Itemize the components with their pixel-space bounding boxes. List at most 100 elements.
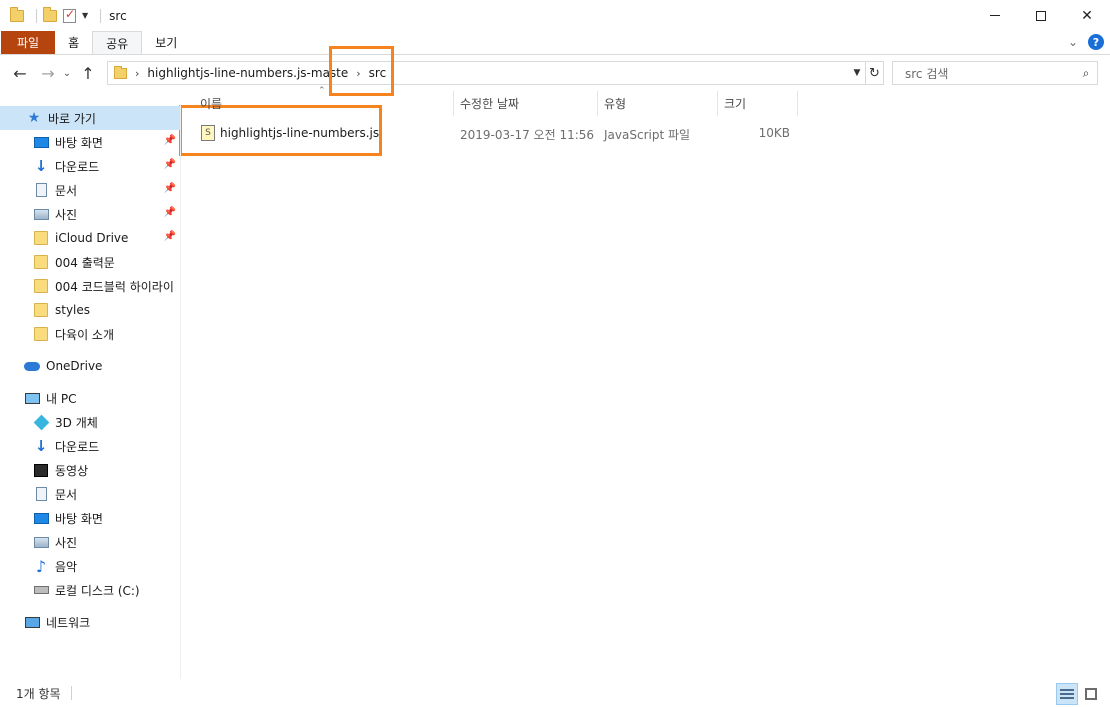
music-icon: ♪ bbox=[35, 556, 47, 576]
quick-access-toolbar: ▼ src bbox=[0, 0, 127, 31]
folder-icon bbox=[33, 302, 49, 318]
address-bar-end: ▼ ↻ bbox=[849, 62, 883, 84]
folder-icon bbox=[114, 65, 127, 79]
details-view-icon bbox=[1060, 689, 1074, 699]
sidebar-item-label: 문서 bbox=[55, 487, 78, 502]
sidebar-item-pc-downloads[interactable]: ↓ 다운로드 bbox=[0, 434, 180, 458]
folder-icon bbox=[10, 6, 24, 22]
sidebar-item-label: 다운로드 bbox=[55, 439, 100, 454]
file-name[interactable]: highlightjs-line-numbers.js bbox=[220, 126, 379, 140]
picture-icon bbox=[33, 534, 49, 550]
sidebar-item-this-pc[interactable]: 내 PC bbox=[0, 386, 180, 410]
picture-icon bbox=[33, 206, 49, 222]
sidebar-item-local-disk[interactable]: 로컬 디스크 (C:) bbox=[0, 578, 180, 602]
sidebar-item-label: styles bbox=[55, 303, 91, 317]
folder-icon bbox=[33, 278, 49, 294]
recent-locations-dropdown-icon[interactable]: ⌄ bbox=[60, 68, 74, 79]
sidebar-item-downloads[interactable]: ↓ 다운로드 📌 bbox=[0, 154, 180, 178]
address-bar[interactable]: › highlightjs-line-numbers.js-maste › sr… bbox=[107, 61, 884, 85]
tab-file[interactable]: 파일 bbox=[1, 31, 56, 54]
navigation-pane: ★ 바로 가기 바탕 화면 📌 ↓ 다운로드 📌 문서 📌 사진 📌 iClou… bbox=[0, 104, 181, 679]
breadcrumb-item-parent[interactable]: highlightjs-line-numbers.js-maste bbox=[147, 66, 348, 80]
file-type: JavaScript 파일 bbox=[604, 128, 691, 142]
help-icon[interactable]: ? bbox=[1088, 34, 1104, 50]
search-box[interactable]: src 검색 ⌕ bbox=[892, 61, 1098, 85]
item-count: 1개 항목 bbox=[16, 686, 61, 701]
javascript-file-icon: S bbox=[201, 125, 215, 141]
back-arrow-icon[interactable]: ← bbox=[8, 61, 32, 85]
sidebar-item-documents[interactable]: 문서 📌 bbox=[0, 178, 180, 202]
sidebar-item-label: 다운로드 bbox=[55, 159, 100, 174]
sidebar-item-label: 로컬 디스크 (C:) bbox=[55, 583, 140, 598]
large-icons-view-button[interactable] bbox=[1080, 683, 1102, 705]
tab-home[interactable]: 홈 bbox=[55, 31, 92, 54]
sidebar-item-succulent[interactable]: 다육이 소개 bbox=[0, 322, 180, 346]
up-arrow-icon[interactable]: ↑ bbox=[76, 61, 100, 85]
expand-ribbon-chevron-icon[interactable]: ⌄ bbox=[1068, 35, 1078, 49]
desktop-icon bbox=[33, 510, 49, 526]
toolbar-divider bbox=[36, 8, 37, 23]
file-size: 10KB bbox=[758, 126, 790, 140]
sidebar-item-onedrive[interactable]: OneDrive bbox=[0, 354, 180, 378]
sidebar-item-network[interactable]: 네트워크 bbox=[0, 610, 180, 634]
sidebar-item-pc-documents[interactable]: 문서 bbox=[0, 482, 180, 506]
sidebar-item-pictures[interactable]: 사진 📌 bbox=[0, 202, 180, 226]
computer-icon bbox=[24, 390, 40, 406]
tab-view[interactable]: 보기 bbox=[142, 31, 190, 54]
3d-objects-icon bbox=[33, 414, 49, 430]
breadcrumb-chevron-icon[interactable]: › bbox=[135, 67, 139, 80]
title-bar: ▼ src ✕ bbox=[0, 0, 1110, 31]
sidebar-item-styles[interactable]: styles bbox=[0, 298, 180, 322]
sidebar-item-label: 네트워크 bbox=[46, 615, 91, 630]
new-folder-icon[interactable] bbox=[43, 6, 57, 22]
sidebar-item-004-output[interactable]: 004 출력문 bbox=[0, 250, 180, 274]
sidebar-item-label: 바탕 화면 bbox=[55, 135, 103, 150]
sidebar-item-label: iCloud Drive bbox=[55, 231, 129, 245]
sidebar-item-quick-access[interactable]: ★ 바로 가기 bbox=[0, 106, 180, 130]
address-dropdown-icon[interactable]: ▼ bbox=[849, 68, 865, 78]
sidebar-item-videos[interactable]: 동영상 bbox=[0, 458, 180, 482]
sidebar-item-pc-desktop[interactable]: 바탕 화면 bbox=[0, 506, 180, 530]
column-header-date-modified[interactable]: 수정한 날짜 bbox=[454, 91, 598, 116]
sidebar-item-pc-pictures[interactable]: 사진 bbox=[0, 530, 180, 554]
view-toggle bbox=[1054, 683, 1102, 705]
tab-share[interactable]: 공유 bbox=[92, 31, 143, 54]
file-date-modified: 2019-03-17 오전 11:56 bbox=[460, 128, 595, 142]
search-icon[interactable]: ⌕ bbox=[1075, 66, 1097, 81]
search-input[interactable]: src 검색 bbox=[905, 65, 1075, 82]
star-icon: ★ bbox=[27, 110, 41, 126]
forward-arrow-icon[interactable]: → bbox=[36, 61, 60, 85]
sidebar-item-004-codeblock[interactable]: 004 코드블럭 하이라이 bbox=[0, 274, 180, 298]
minimize-button[interactable] bbox=[972, 0, 1018, 31]
maximize-button[interactable] bbox=[1018, 0, 1064, 31]
customize-toolbar-dropdown-icon[interactable]: ▼ bbox=[82, 11, 88, 20]
status-divider bbox=[70, 686, 72, 700]
sidebar-item-3d-objects[interactable]: 3D 개체 bbox=[0, 410, 180, 434]
details-view-button[interactable] bbox=[1056, 683, 1078, 705]
column-header-size[interactable]: 크기 bbox=[718, 91, 798, 116]
column-header-type[interactable]: 유형 bbox=[598, 91, 718, 116]
download-icon: ↓ bbox=[34, 437, 48, 455]
toolbar-divider bbox=[100, 8, 102, 23]
highlight-box-breadcrumb bbox=[329, 46, 394, 96]
sidebar-item-music[interactable]: ♪ 음악 bbox=[0, 554, 180, 578]
sidebar-item-label: 004 코드블럭 하이라이 bbox=[55, 279, 174, 294]
sidebar-item-label: 3D 개체 bbox=[55, 415, 98, 430]
column-header-name[interactable]: 이름 bbox=[194, 91, 454, 116]
pin-icon: 📌 bbox=[163, 207, 176, 218]
file-row[interactable]: S highlightjs-line-numbers.js 2019-03-17… bbox=[190, 121, 810, 145]
properties-icon[interactable] bbox=[63, 7, 76, 23]
document-icon bbox=[33, 182, 49, 198]
ribbon-tabs: 파일 홈 공유 보기 ⌄ ? bbox=[0, 31, 1110, 55]
minimize-icon bbox=[990, 15, 1000, 16]
sidebar-item-label: 내 PC bbox=[46, 391, 77, 406]
refresh-icon[interactable]: ↻ bbox=[865, 62, 883, 84]
sidebar-item-icloud-drive[interactable]: iCloud Drive 📌 bbox=[0, 226, 180, 250]
video-icon bbox=[33, 462, 49, 478]
sidebar-item-desktop[interactable]: 바탕 화면 📌 bbox=[0, 130, 180, 154]
maximize-icon bbox=[1036, 10, 1046, 21]
close-icon: ✕ bbox=[1081, 7, 1093, 24]
sidebar-item-label: 사진 bbox=[55, 535, 78, 550]
close-button[interactable]: ✕ bbox=[1064, 0, 1110, 31]
cloud-icon bbox=[24, 358, 40, 374]
